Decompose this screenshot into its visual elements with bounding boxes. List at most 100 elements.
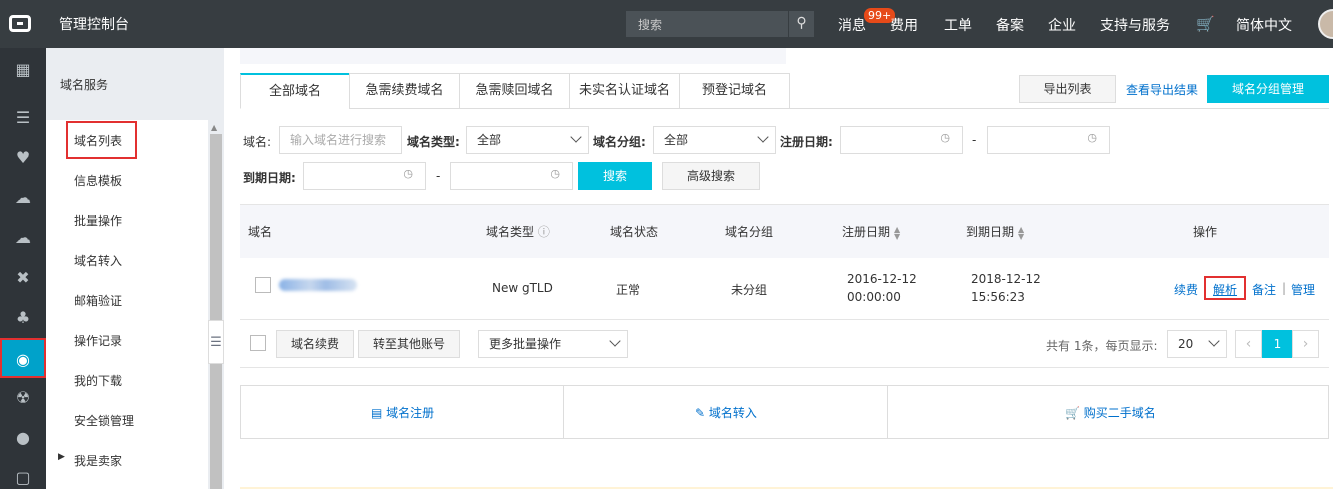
prev-page-icon[interactable]: ‹: [1235, 330, 1262, 358]
tab-unverified[interactable]: 未实名认证域名: [569, 73, 680, 109]
clock-icon[interactable]: ◷: [940, 131, 950, 144]
quick-link-transfer[interactable]: ✎ 域名转入: [695, 404, 757, 421]
row-status: 正常: [616, 283, 641, 297]
aliyun-logo-icon[interactable]: [9, 15, 31, 32]
col-status: 域名状态: [610, 225, 659, 239]
exp-date-end-input[interactable]: ◷: [450, 162, 573, 190]
sidebar-section-title: 域名服务: [60, 78, 109, 92]
caret-right-icon[interactable]: ▶: [58, 452, 65, 462]
top-strip: [240, 48, 786, 64]
type-select[interactable]: 全部: [466, 126, 589, 154]
nav-support[interactable]: 支持与服务: [1100, 15, 1170, 35]
sidebar-item-security-lock[interactable]: 安全锁管理: [74, 412, 134, 429]
tab-renew-soon[interactable]: 急需续费域名: [349, 73, 460, 109]
clock-icon[interactable]: ◷: [1087, 131, 1097, 144]
globe-icon[interactable]: ◉: [0, 338, 46, 378]
row-group: 未分组: [731, 283, 768, 297]
sidebar-item-downloads[interactable]: 我的下载: [74, 372, 122, 389]
quick-link-transfer-label: 域名转入: [708, 406, 757, 420]
nav-enterprise[interactable]: 企业: [1048, 15, 1076, 35]
transfer-account-button[interactable]: 转至其他账号: [358, 330, 460, 358]
network-icon[interactable]: ✖: [0, 258, 46, 298]
cart-icon[interactable]: 🛒: [1196, 15, 1215, 33]
quick-link-register[interactable]: ▤ 域名注册: [371, 404, 434, 421]
circle-icon[interactable]: ●: [0, 418, 46, 458]
group-select[interactable]: 全部: [653, 126, 776, 154]
page-current[interactable]: 1: [1262, 330, 1293, 358]
cloud-icon[interactable]: ☁: [0, 178, 46, 218]
nav-billing[interactable]: 费用: [890, 15, 918, 35]
domain-search-input[interactable]: 输入域名进行搜索: [279, 126, 402, 154]
chevron-down-icon: [1208, 335, 1220, 347]
view-export-link[interactable]: 查看导出结果: [1126, 81, 1198, 98]
advanced-search-button[interactable]: 高级搜索: [662, 162, 760, 190]
sidebar-scroll-thumb[interactable]: [210, 134, 222, 489]
divider: [563, 385, 564, 439]
sidebar-item-domain-list[interactable]: 域名列表: [74, 132, 122, 149]
row-checkbox[interactable]: [255, 277, 271, 293]
nav-messages[interactable]: 消息: [838, 15, 866, 35]
row-reg-date: 2016-12-12: [847, 272, 917, 286]
select-all-checkbox[interactable]: [250, 335, 266, 351]
group-select-value: 全部: [664, 133, 689, 147]
cluster-icon[interactable]: ♣: [0, 298, 46, 338]
logo-small-icon[interactable]: ▢: [0, 458, 46, 489]
reg-date-start-input[interactable]: ◷: [840, 126, 963, 154]
resolve-link[interactable]: 解析: [1213, 281, 1237, 298]
help-icon[interactable]: ⓘ: [538, 225, 550, 239]
domain-name-blurred[interactable]: [279, 279, 357, 291]
server-icon[interactable]: ☰: [0, 98, 46, 138]
nav-language[interactable]: 简体中文: [1236, 15, 1292, 35]
search-button[interactable]: 搜索: [578, 162, 652, 190]
note-link[interactable]: 备注: [1252, 281, 1276, 298]
search-box[interactable]: 搜索 ⚲: [626, 11, 814, 37]
sort-icon[interactable]: ▲ ▼: [894, 225, 900, 240]
bulk-renew-button[interactable]: 域名续费: [276, 330, 354, 358]
reg-date-end-input[interactable]: ◷: [987, 126, 1110, 154]
nav-icp[interactable]: 备案: [996, 15, 1024, 35]
scroll-up-icon[interactable]: ▲: [211, 123, 217, 132]
renew-link[interactable]: 续费: [1174, 281, 1198, 298]
chevron-down-icon: [609, 335, 621, 347]
tab-all-domains[interactable]: 全部域名: [240, 73, 350, 109]
col-reg-date-label: 注册日期: [842, 225, 891, 239]
type-label: 域名类型:: [407, 135, 460, 149]
col-type-label: 域名类型: [486, 225, 535, 239]
col-reg-date[interactable]: 注册日期 ▲ ▼: [842, 223, 900, 240]
exp-date-start-input[interactable]: ◷: [303, 162, 426, 190]
clock-icon[interactable]: ◷: [403, 167, 413, 180]
sidebar-item-email-verify[interactable]: 邮箱验证: [74, 292, 122, 309]
brain-icon[interactable]: ☢: [0, 378, 46, 418]
collapse-sidebar-icon[interactable]: ☰: [208, 320, 224, 364]
shield-icon[interactable]: ♥: [0, 138, 46, 178]
search-icon[interactable]: ⚲: [788, 11, 814, 37]
col-domain: 域名: [248, 225, 273, 239]
col-group: 域名分组: [725, 225, 774, 239]
quick-link-buy-used[interactable]: 🛒 购买二手域名: [1065, 404, 1156, 421]
action-separator: |: [1282, 281, 1287, 295]
grid-icon[interactable]: ▦: [0, 50, 46, 90]
reg-date-dash: -: [972, 133, 977, 147]
clock-icon[interactable]: ◷: [550, 167, 560, 180]
sidebar-item-batch[interactable]: 批量操作: [74, 212, 122, 229]
next-page-icon[interactable]: ›: [1292, 330, 1319, 358]
quick-link-buy-used-label: 购买二手域名: [1083, 406, 1156, 420]
nav-tickets[interactable]: 工单: [944, 15, 972, 35]
col-exp-date[interactable]: 到期日期 ▲ ▼: [966, 223, 1024, 240]
sidebar-item-transfer-in[interactable]: 域名转入: [74, 252, 122, 269]
page-size-select[interactable]: 20: [1167, 330, 1227, 358]
sort-icon[interactable]: ▲ ▼: [1018, 225, 1024, 240]
search-input[interactable]: 搜索: [638, 16, 662, 33]
reg-date-label: 注册日期:: [780, 135, 833, 149]
tab-preregistered[interactable]: 预登记域名: [679, 73, 790, 109]
export-list-button[interactable]: 导出列表: [1019, 75, 1116, 103]
sidebar-item-op-log[interactable]: 操作记录: [74, 332, 122, 349]
sidebar-item-info-template[interactable]: 信息模板: [74, 172, 122, 189]
tab-redeem-soon[interactable]: 急需赎回域名: [459, 73, 570, 109]
cloud-upload-icon[interactable]: ☁: [0, 218, 46, 258]
console-title[interactable]: 管理控制台: [59, 14, 129, 34]
manage-link[interactable]: 管理: [1291, 281, 1315, 298]
more-batch-select[interactable]: 更多批量操作: [478, 330, 628, 358]
group-manage-button[interactable]: 域名分组管理: [1207, 75, 1329, 103]
sidebar-item-seller[interactable]: 我是卖家: [74, 452, 122, 469]
